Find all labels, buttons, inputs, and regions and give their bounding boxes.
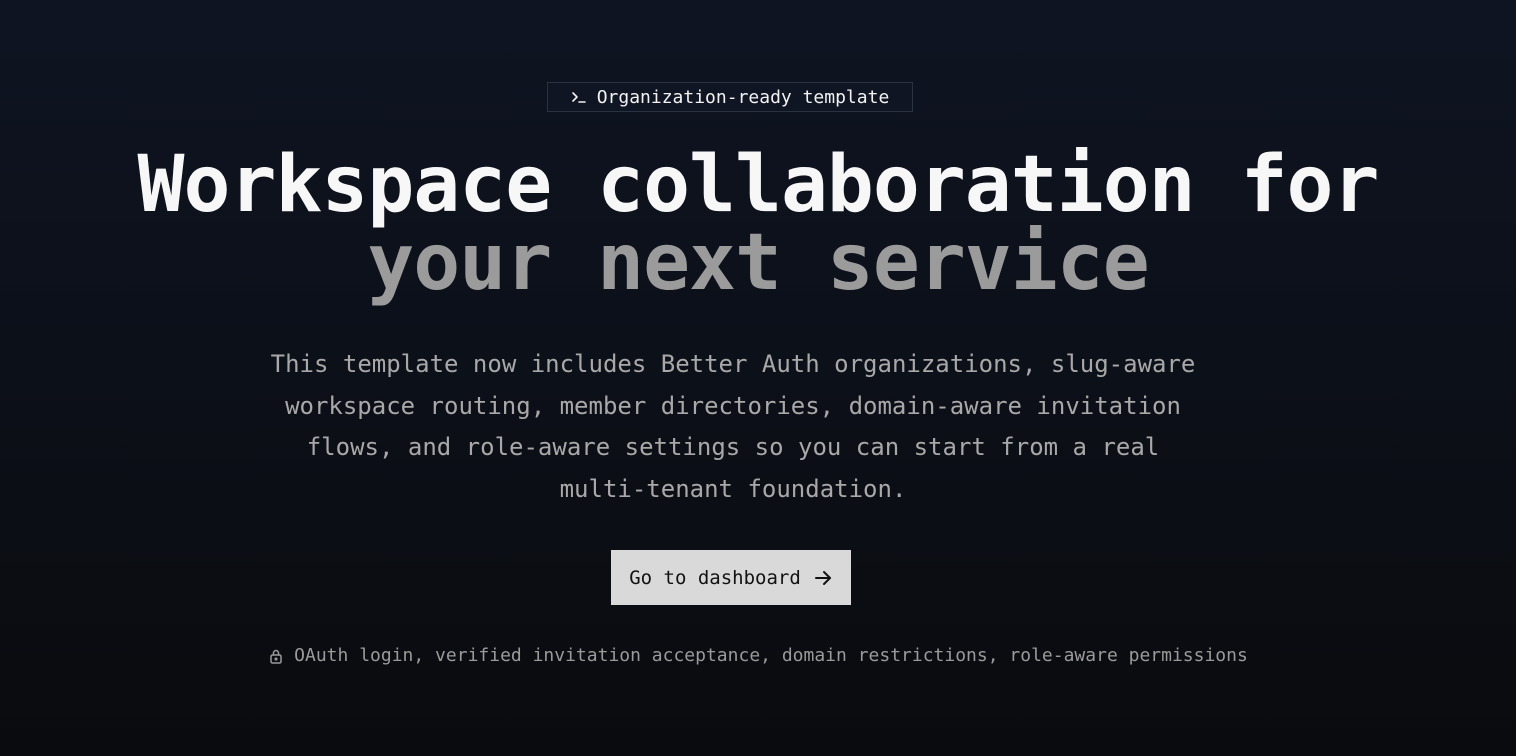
arrow-right-icon <box>813 568 833 588</box>
template-badge: Organization-ready template <box>547 82 913 112</box>
hero-description: This template now includes Better Auth o… <box>270 350 1196 503</box>
go-to-dashboard-label: Go to dashboard <box>629 566 801 589</box>
page-title: Workspace collaboration for your next se… <box>0 146 1516 302</box>
terminal-icon <box>571 89 587 105</box>
lock-icon <box>268 648 284 664</box>
features-note: OAuth login, verified invitation accepta… <box>0 645 1516 666</box>
go-to-dashboard-button[interactable]: Go to dashboard <box>611 550 851 605</box>
page-title-line-1: Workspace collaboration for <box>137 140 1380 230</box>
hero-section: Organization-ready template Workspace co… <box>0 0 1516 756</box>
features-text: OAuth login, verified invitation accepta… <box>294 645 1248 666</box>
badge-label: Organization-ready template <box>596 86 890 108</box>
page-title-line-2: your next service <box>367 218 1149 308</box>
